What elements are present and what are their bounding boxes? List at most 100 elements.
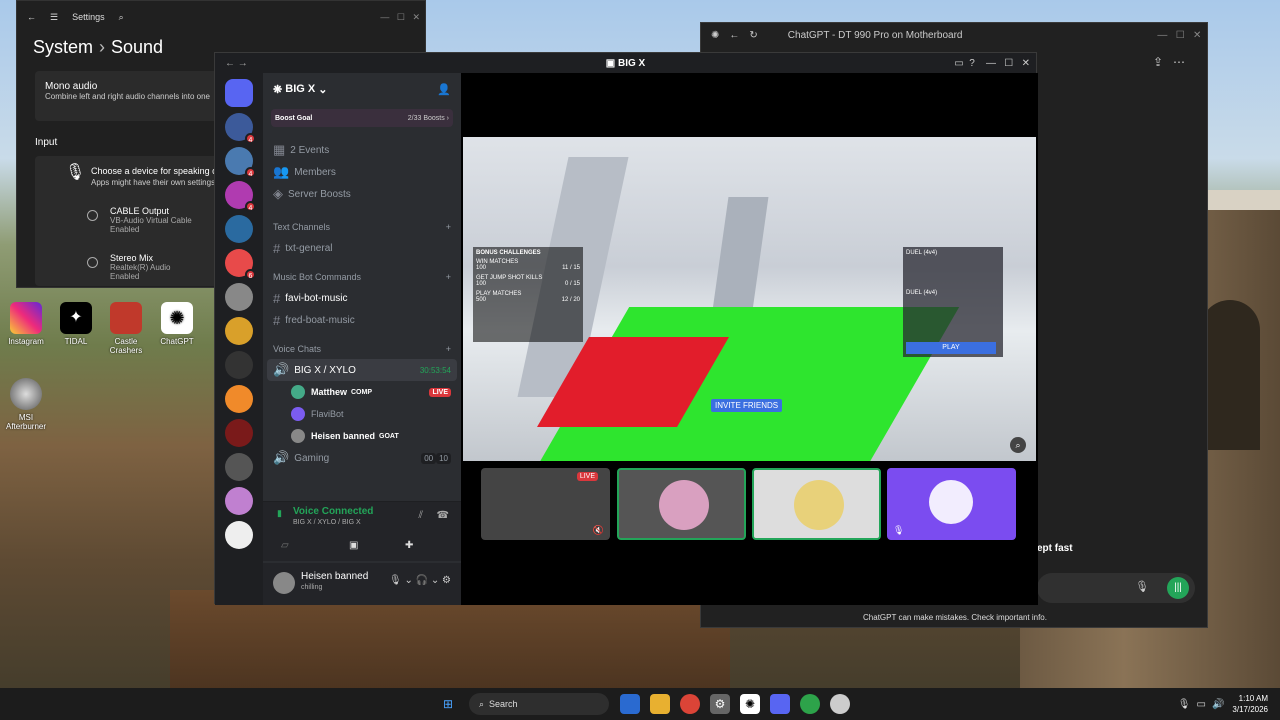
desktop-icon-tidal[interactable]: ✦ TIDAL: [50, 302, 102, 346]
folder-icon[interactable]: [650, 694, 670, 714]
window-controls[interactable]: — ☐ ✕: [1157, 30, 1207, 41]
server-icon-1[interactable]: 4: [225, 113, 256, 144]
server-icon-8[interactable]: [225, 351, 253, 379]
voice-user-flavibot[interactable]: FlaviBot: [263, 403, 461, 425]
participant-tile-stream[interactable]: LIVE 🔇: [481, 468, 610, 540]
server-icon-6[interactable]: [225, 283, 253, 311]
stream-video[interactable]: BONUS CHALLENGES WIN MATCHES 100 11 / 15 …: [463, 137, 1036, 461]
camera-icon[interactable]: ▱: [281, 540, 289, 551]
choose-device-desc: Apps might have their own settings: [91, 178, 216, 187]
category-music-bot[interactable]: Music Bot Commands +: [263, 267, 461, 287]
server-icon-3[interactable]: 4: [225, 181, 256, 212]
window-controls[interactable]: ▭ ? — ☐ ✕: [954, 58, 1030, 69]
events-item[interactable]: ▦ 2 Events: [263, 139, 461, 161]
clock[interactable]: 1:10 AM 3/17/2026: [1232, 693, 1268, 715]
store-icon[interactable]: [620, 694, 640, 714]
screen-share-icon[interactable]: ▣: [349, 540, 358, 551]
server-icon-2[interactable]: 4: [225, 147, 256, 178]
back-icon[interactable]: ← →: [225, 58, 248, 69]
browser-icon[interactable]: [800, 694, 820, 714]
participant-tile-bot[interactable]: 🎙: [887, 468, 1016, 540]
back-icon[interactable]: ←: [729, 30, 739, 41]
channel-fred-boat-music[interactable]: # fred-boat-music: [263, 309, 461, 331]
server-icon-10[interactable]: [225, 419, 253, 447]
back-icon[interactable]: ←: [27, 12, 36, 22]
radio-button[interactable]: [87, 257, 98, 268]
display-icon[interactable]: ▭: [1197, 699, 1206, 710]
user-controls[interactable]: 🎙 ⌄ 🎧 ⌄ ⚙: [389, 575, 451, 586]
discord-home-icon[interactable]: [225, 79, 253, 107]
invite-people-icon[interactable]: 👤: [437, 83, 451, 96]
device-cable-output[interactable]: CABLE Output VB-Audio Virtual Cable Enab…: [87, 206, 192, 234]
user-count: 00: [421, 452, 437, 464]
voice-timer: 30:53:54: [419, 365, 451, 375]
radio-button[interactable]: [87, 210, 98, 221]
desktop-icon-castle-crashers[interactable]: Castle Crashers: [100, 302, 152, 355]
breadcrumb-system[interactable]: System: [33, 37, 93, 57]
participant-tile-2[interactable]: [617, 468, 746, 540]
add-channel-icon[interactable]: +: [446, 222, 451, 232]
server-icon-12[interactable]: [225, 487, 253, 515]
app-icon[interactable]: [830, 694, 850, 714]
zoom-icon[interactable]: ⌕: [1010, 437, 1026, 453]
menu-icon[interactable]: ☰: [50, 12, 58, 23]
participant-tile-3[interactable]: [752, 468, 881, 540]
device-stereo-mix[interactable]: Stereo Mix Realtek(R) Audio Enabled: [87, 253, 170, 281]
search-icon[interactable]: ⌕: [119, 12, 124, 23]
window-controls[interactable]: — ☐ ✕: [380, 12, 425, 23]
category-voice-chats[interactable]: Voice Chats +: [263, 339, 461, 359]
challenge-progress: 0 / 15: [564, 281, 580, 287]
avatar[interactable]: [273, 572, 295, 594]
server-header[interactable]: ❋ BIG X ⌄ 👤: [263, 73, 461, 105]
avatar: [929, 480, 973, 524]
chat-composer[interactable]: 🎙 |||: [1037, 573, 1195, 603]
chatgpt-taskbar-icon[interactable]: ✺: [740, 694, 760, 714]
server-icon-5[interactable]: 6: [225, 249, 256, 280]
channel-txt-general[interactable]: # txt-general: [263, 237, 461, 259]
disconnect-icon[interactable]: ☎: [437, 510, 449, 521]
add-channel-icon[interactable]: +: [446, 344, 451, 354]
server-boosts-item[interactable]: ◈ Server Boosts: [263, 183, 461, 205]
system-tray[interactable]: 🎙 ▭ 🔊: [1178, 699, 1225, 710]
discord-taskbar-icon[interactable]: [770, 694, 790, 714]
desktop-icon-label: Castle Crashers: [109, 337, 143, 355]
desktop-icon-instagram[interactable]: Instagram: [0, 302, 52, 346]
voice-connected-path[interactable]: BIG X / XYLO / BIG X: [293, 519, 361, 526]
server-icon-4[interactable]: [225, 215, 253, 243]
volume-icon[interactable]: 🔊: [1212, 699, 1224, 710]
activities-icon[interactable]: ✚: [405, 540, 413, 551]
voice-user-heisen[interactable]: Heisen banned GOAT: [263, 425, 461, 447]
microphone-icon[interactable]: 🎙: [1135, 580, 1149, 593]
start-icon[interactable]: ⊞: [438, 694, 458, 714]
category-label: Music Bot Commands: [273, 272, 362, 282]
voice-channel-gaming[interactable]: 🔊 Gaming 00 10: [263, 447, 461, 469]
server-icon-9[interactable]: [225, 385, 253, 413]
server-icon-13[interactable]: [225, 521, 253, 549]
chat-message-text: ept fast: [1037, 543, 1073, 554]
channel-favi-bot-music[interactable]: # favi-bot-music: [263, 287, 461, 309]
chrome-icon[interactable]: [680, 694, 700, 714]
share-icon[interactable]: ⇪ ⋯: [1153, 55, 1185, 69]
desktop-icon-msi-afterburner[interactable]: MSI Afterburner: [0, 378, 52, 431]
background-arch: [1200, 300, 1260, 450]
invite-friends-button[interactable]: INVITE FRIENDS: [711, 399, 783, 412]
play-button[interactable]: PLAY: [906, 342, 996, 354]
noise-suppression-icon[interactable]: ⫽: [419, 510, 423, 521]
microphone-icon[interactable]: 🎙: [1178, 699, 1191, 710]
voice-user-matthew[interactable]: Matthew COMP LIVE: [263, 381, 461, 403]
server-icon-11[interactable]: [225, 453, 253, 481]
server-boosts-label: Server Boosts: [288, 188, 351, 200]
category-text-channels[interactable]: Text Channels +: [263, 217, 461, 237]
server-icon-7[interactable]: [225, 317, 253, 345]
taskbar-search[interactable]: ⌕ Search: [469, 693, 609, 715]
add-channel-icon[interactable]: +: [446, 272, 451, 282]
boost-goal-bar[interactable]: Boost Goal 2/33 Boosts ›: [271, 109, 453, 127]
voice-channel-big-x-xylo[interactable]: 🔊 BIG X / XYLO 30:53:54: [267, 359, 457, 381]
speaker-icon: 🔊: [273, 450, 290, 465]
refresh-icon[interactable]: ↻: [749, 30, 757, 41]
members-item[interactable]: 👥 Members: [263, 161, 461, 183]
voice-mode-icon[interactable]: |||: [1167, 577, 1189, 599]
gear-icon[interactable]: ⚙: [710, 694, 730, 714]
desktop-icon-chatgpt[interactable]: ✺ ChatGPT: [151, 302, 203, 346]
